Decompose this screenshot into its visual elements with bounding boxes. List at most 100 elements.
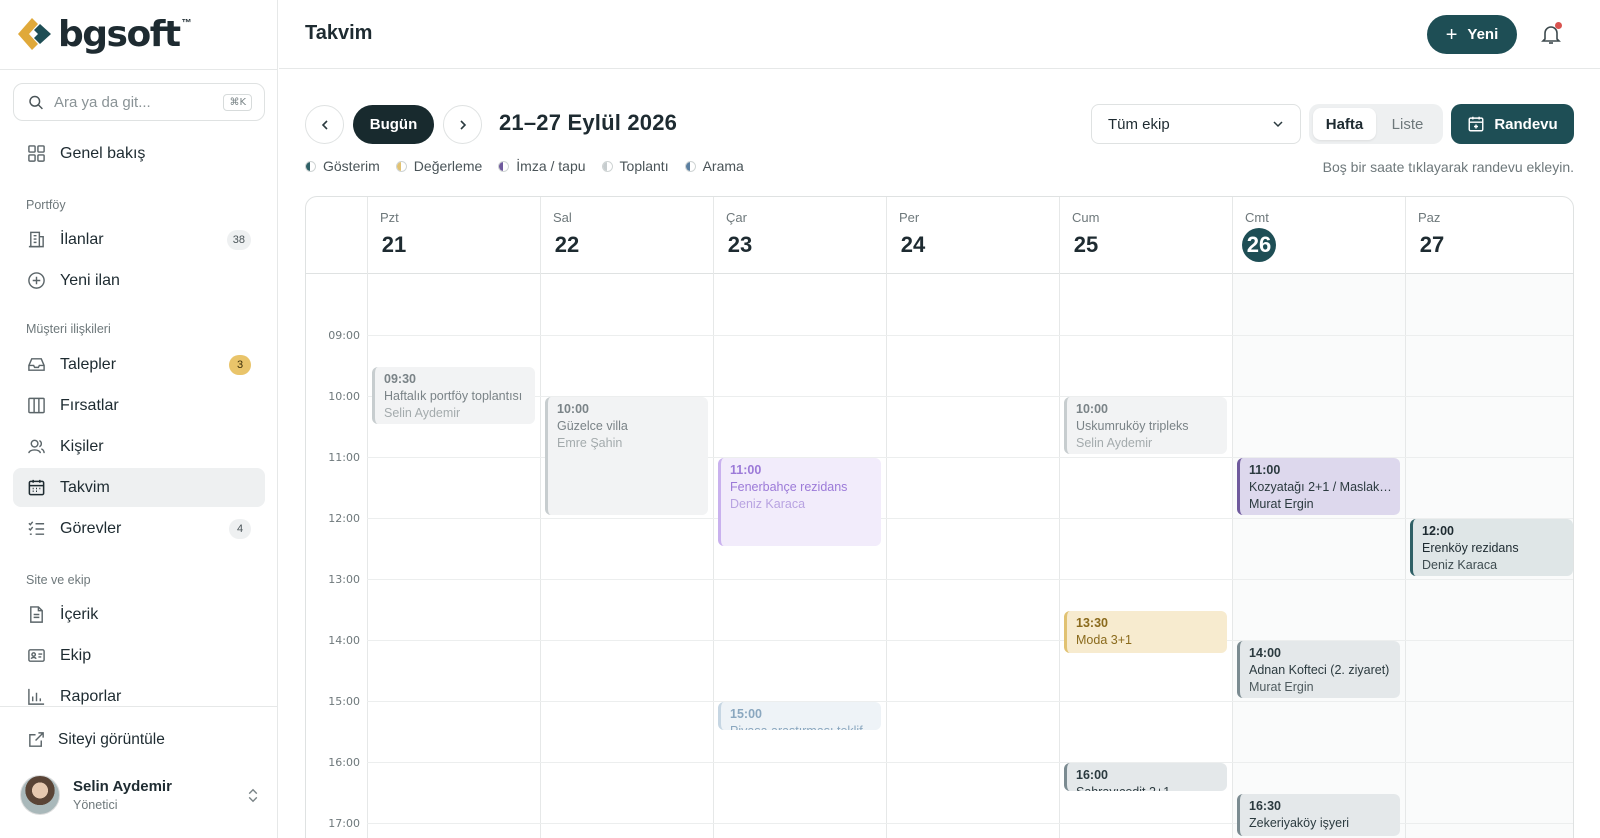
sidebar-item-requests[interactable]: Talepler 3	[13, 345, 265, 384]
hour-line	[367, 579, 1573, 580]
sidebar-item-tasks[interactable]: Görevler 4	[13, 509, 265, 548]
calendar-event[interactable]: 10:00 Güzelce villa Emre Şahin	[545, 397, 708, 515]
day-header: Per 24	[886, 197, 1059, 274]
calendar-event[interactable]: 14:00 Adnan Kofteci (2. ziyaret) Murat Erg…	[1237, 641, 1400, 698]
hour-line	[367, 518, 1573, 519]
tab-list[interactable]: Liste	[1376, 108, 1439, 140]
view-site-link[interactable]: Siteyi görüntüle	[13, 720, 265, 759]
sidebar-item-opportunities[interactable]: Fırsatlar	[13, 386, 265, 425]
sidebar-item-team[interactable]: Ekip	[13, 636, 265, 675]
event-person: Murat Ergin	[1249, 497, 1314, 511]
tab-week[interactable]: Hafta	[1313, 108, 1376, 140]
building-icon	[26, 230, 46, 250]
team-filter-value: Tüm ekip	[1108, 115, 1170, 133]
users-icon	[26, 437, 46, 457]
hour-label: 15:00	[328, 695, 360, 708]
user-role: Yönetici	[73, 798, 118, 812]
plus-circle-icon	[26, 271, 46, 291]
day-header: Pzt 21	[367, 197, 540, 274]
calendar-event[interactable]: 16:30 Zekeriyaköy işyeri	[1237, 793, 1400, 836]
calendar-event[interactable]: 11:00 Kozyatağı 2+1 / Maslak sözleşmesi i…	[1237, 458, 1400, 515]
event-time: 13:30	[1076, 615, 1108, 630]
notifications-button[interactable]	[1539, 22, 1563, 46]
prev-week-button[interactable]	[305, 105, 344, 144]
calendar-event[interactable]: 10:00 Uskumruköy tripleks Selin Aydemir	[1064, 397, 1227, 454]
sidebar-item-label: İçerik	[60, 605, 99, 623]
chevron-left-icon	[321, 119, 328, 130]
sidebar-item-reports[interactable]: Raporlar	[13, 677, 265, 716]
calendar-event[interactable]: 13:30 Moda 3+1	[1064, 610, 1227, 653]
event-title: Haftalık portföy toplantısı	[384, 388, 523, 403]
calendar-event[interactable]: 16:00 Sahrayıcedit 2+1	[1064, 763, 1227, 791]
calendar-plus-icon	[1468, 116, 1484, 132]
day-divider	[1059, 274, 1060, 838]
logo-trademark: ™	[181, 18, 192, 29]
sidebar-item-label: Görevler	[60, 519, 122, 537]
search-input[interactable]: Ara ya da git... ⌘K	[13, 83, 265, 121]
event-time: 10:00	[1076, 402, 1108, 416]
event-time: 12:00	[1422, 524, 1454, 538]
hour-line	[367, 335, 1573, 336]
day-number-today: 26	[1242, 228, 1276, 262]
calendar-event[interactable]: 12:00 Erenköy rezidans Deniz Karaca	[1410, 519, 1573, 576]
chevron-right-icon	[459, 119, 466, 130]
event-title: Moda 3+1	[1076, 632, 1132, 647]
day-of-week: Cmt	[1245, 210, 1269, 225]
next-week-button[interactable]	[443, 105, 482, 144]
day-number: 25	[1073, 232, 1099, 257]
calendar-event[interactable]: 11:00 Fenerbahçe rezidans Deniz Karaca	[718, 458, 881, 546]
user-menu[interactable]: Selin Aydemir Yönetici	[20, 773, 260, 817]
today-button[interactable]: Bugün	[353, 105, 434, 144]
day-divider	[713, 274, 714, 838]
sidebar-item-label: Raporlar	[60, 687, 122, 705]
day-of-week: Çar	[726, 210, 747, 225]
event-person: Murat Ergin	[1249, 680, 1314, 694]
day-divider	[540, 274, 541, 838]
count-badge: 38	[226, 229, 251, 250]
legend-label: Gösterim	[323, 158, 380, 174]
day-header: Cum 25	[1059, 197, 1232, 274]
sidebar-item-contacts[interactable]: Kişiler	[13, 427, 265, 466]
new-button-label: Yeni	[1467, 26, 1499, 43]
weekend-column-bg	[1232, 274, 1405, 838]
event-title: Uskumruköy tripleks	[1076, 419, 1189, 433]
calendar-event[interactable]: 09:30 Haftalık portföy toplantısı Selin Ay…	[372, 366, 535, 424]
legend-dot	[684, 160, 696, 172]
event-time: 10:00	[557, 402, 589, 416]
sidebar-item-calendar[interactable]: Takvim	[13, 468, 265, 507]
team-filter-select[interactable]: Tüm ekip	[1091, 104, 1301, 144]
sidebar-item-listings[interactable]: İlanlar 38	[13, 220, 265, 259]
calendar-event[interactable]: 15:00 Piyasa araştırması teklif	[718, 702, 881, 730]
sidebar-item-label: Yeni ilan	[60, 271, 120, 289]
topbar: Takvim + Yeni	[279, 0, 1600, 69]
calendar-grid[interactable]: 09:00 10:00 11:00 12:00 13:00 14:00 15:00 16:00…	[306, 274, 1573, 838]
day-of-week: Pzt	[380, 210, 399, 225]
day-divider	[1232, 274, 1233, 838]
day-of-week: Cum	[1072, 210, 1100, 225]
hour-label: 11:00	[328, 451, 360, 464]
bar-chart-icon	[26, 687, 46, 707]
sidebar-item-label: Talepler	[60, 355, 117, 373]
legend-label: İmza / tapu	[516, 158, 586, 174]
sidebar-item-new-listing[interactable]: Yeni ilan	[13, 261, 265, 300]
document-icon	[26, 605, 46, 625]
chevron-down-icon	[1273, 121, 1283, 128]
sidebar-item-overview[interactable]: Genel bakış	[13, 134, 265, 173]
chevron-updown-icon	[246, 785, 260, 805]
section-label-crm: Müşteri ilişkileri	[26, 322, 111, 336]
brand-logo[interactable]: bgsoft ™	[16, 14, 192, 55]
sidebar-item-content[interactable]: İçerik	[13, 595, 265, 634]
event-title: Piyasa araştırması teklif	[730, 723, 873, 730]
event-title: Fenerbahçe rezidans	[730, 480, 848, 494]
search-placeholder: Ara ya da git...	[54, 93, 151, 111]
day-header: Çar 23	[713, 197, 886, 274]
day-number: 27	[1419, 232, 1445, 257]
legend-label: Değerleme	[413, 158, 483, 174]
sidebar-item-label: Genel bakış	[60, 144, 146, 162]
new-button[interactable]: + Yeni	[1427, 15, 1517, 54]
day-number: 23	[727, 232, 753, 257]
new-appointment-button[interactable]: Randevu	[1451, 104, 1574, 144]
inbox-icon	[26, 355, 46, 375]
day-of-week: Paz	[1418, 210, 1441, 225]
event-title: Erenköy rezidans	[1422, 541, 1519, 555]
